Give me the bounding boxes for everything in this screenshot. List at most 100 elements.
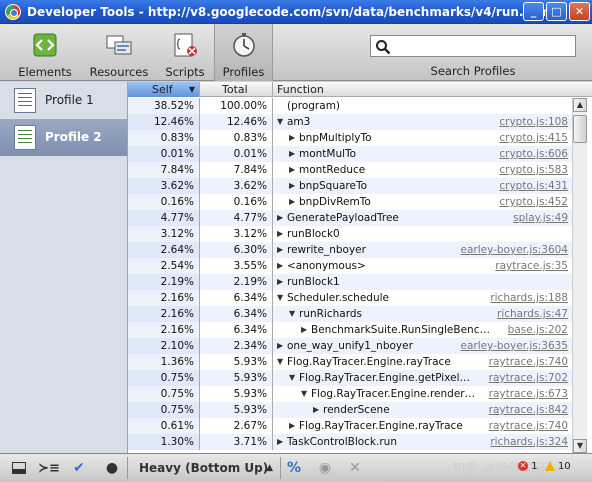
console-toggle-button[interactable]: ≻≡ bbox=[38, 457, 60, 479]
source-link[interactable]: crypto.js:583 bbox=[495, 162, 568, 178]
table-row[interactable]: 3.12% 3.12% ▶ runBlock0 bbox=[128, 226, 572, 242]
function-cell: ▶ TaskControlBlock.run richards.js:324 bbox=[273, 434, 572, 450]
error-warning-counts[interactable]: ✕ 1 10 bbox=[518, 461, 571, 472]
source-link[interactable]: raytrace.js:35 bbox=[491, 258, 568, 274]
scrollbar-thumb[interactable] bbox=[573, 115, 587, 143]
collapsed-disclosure-icon[interactable]: ▶ bbox=[277, 226, 283, 242]
exclude-function-icon[interactable]: ✕ bbox=[344, 457, 366, 479]
source-link[interactable]: crypto.js:431 bbox=[495, 178, 568, 194]
source-link[interactable]: raytrace.js:702 bbox=[485, 370, 568, 386]
source-link[interactable]: raytrace.js:740 bbox=[485, 354, 568, 370]
collapsed-disclosure-icon[interactable]: ▶ bbox=[277, 210, 283, 226]
table-row[interactable]: 0.61% 2.67% ▶ Flog.RayTracer.Engine.rayTrac… bbox=[128, 418, 572, 434]
column-header-total[interactable]: Total bbox=[200, 82, 273, 97]
profiles-sidebar: Profile 1 Profile 2 bbox=[0, 82, 128, 453]
collapsed-disclosure-icon[interactable]: ▶ bbox=[277, 434, 283, 450]
view-mode-value: Heavy (Bottom Up) bbox=[139, 461, 269, 475]
table-row[interactable]: 0.75% 5.93% ▼ Flog.RayTracer.Engine.getPixe… bbox=[128, 370, 572, 386]
table-row[interactable]: 3.62% 3.62% ▶ bnpSquareTo crypto.js:431 bbox=[128, 178, 572, 194]
minimize-button[interactable]: _ bbox=[523, 2, 544, 21]
total-cell: 0.83% bbox=[200, 130, 273, 146]
source-link[interactable]: crypto.js:415 bbox=[495, 130, 568, 146]
table-row[interactable]: 0.83% 0.83% ▶ bnpMultiplyTo crypto.js:415 bbox=[128, 130, 572, 146]
scroll-down-arrow-icon[interactable]: ▼ bbox=[573, 439, 587, 453]
function-cell: ▼ am3 crypto.js:108 bbox=[273, 114, 572, 130]
table-row[interactable]: 2.19% 2.19% ▶ runBlock1 bbox=[128, 274, 572, 290]
collapsed-disclosure-icon[interactable]: ▶ bbox=[301, 322, 307, 338]
table-row[interactable]: 2.10% 2.34% ▶ one_way_unify1_nboyer earley-b… bbox=[128, 338, 572, 354]
table-row[interactable]: 1.30% 3.71% ▶ TaskControlBlock.run richards.… bbox=[128, 434, 572, 450]
tab-elements[interactable]: Elements bbox=[10, 24, 80, 81]
record-icon: ● bbox=[105, 460, 119, 476]
collapsed-disclosure-icon[interactable]: ▶ bbox=[277, 258, 283, 274]
function-name: am3 bbox=[287, 116, 311, 128]
expanded-disclosure-icon[interactable]: ▼ bbox=[277, 290, 283, 306]
source-link[interactable]: raytrace.js:740 bbox=[485, 418, 568, 434]
expanded-disclosure-icon[interactable]: ▼ bbox=[277, 114, 283, 130]
sidebar-item-profile-2[interactable]: Profile 2 bbox=[0, 119, 127, 156]
source-link[interactable]: richards.js:188 bbox=[486, 290, 568, 306]
table-row[interactable]: 0.75% 5.93% ▼ Flog.RayTracer.Engine.render…… bbox=[128, 386, 572, 402]
total-cell: 7.84% bbox=[200, 162, 273, 178]
record-button[interactable]: ● bbox=[101, 457, 123, 479]
expanded-disclosure-icon[interactable]: ▼ bbox=[289, 370, 295, 386]
table-row[interactable]: 2.54% 3.55% ▶ <anonymous> raytrace.js:35 bbox=[128, 258, 572, 274]
search-input[interactable] bbox=[370, 35, 576, 57]
collapsed-disclosure-icon[interactable]: ▶ bbox=[289, 418, 295, 434]
expanded-disclosure-icon[interactable]: ▼ bbox=[277, 354, 283, 370]
percent-toggle-button[interactable]: % bbox=[283, 457, 305, 479]
source-link[interactable]: base.js:202 bbox=[504, 322, 568, 338]
column-header-function[interactable]: Function bbox=[273, 82, 592, 97]
table-row[interactable]: 1.36% 5.93% ▼ Flog.RayTracer.Engine.rayTrac… bbox=[128, 354, 572, 370]
sidebar-item-profile-1[interactable]: Profile 1 bbox=[0, 82, 127, 119]
table-row[interactable]: 2.64% 6.30% ▶ rewrite_nboyer earley-boyer.js… bbox=[128, 242, 572, 258]
table-row[interactable]: 7.84% 7.84% ▶ montReduce crypto.js:583 bbox=[128, 162, 572, 178]
focus-selected-button[interactable]: ✔ bbox=[68, 457, 90, 479]
table-row[interactable]: 0.01% 0.01% ▶ montMulTo crypto.js:606 bbox=[128, 146, 572, 162]
table-row[interactable]: 2.16% 6.34% ▼ Scheduler.schedule richards.js… bbox=[128, 290, 572, 306]
eye-icon[interactable]: ◉ bbox=[314, 457, 336, 479]
table-row[interactable]: 12.46% 12.46% ▼ am3 crypto.js:108 bbox=[128, 114, 572, 130]
maximize-button[interactable]: □ bbox=[546, 2, 567, 21]
source-link[interactable]: crypto.js:452 bbox=[495, 194, 568, 210]
total-cell: 6.34% bbox=[200, 322, 273, 338]
table-row[interactable]: 2.16% 6.34% ▼ runRichards richards.js:47 bbox=[128, 306, 572, 322]
tab-scripts[interactable]: Scripts bbox=[158, 24, 212, 81]
table-row[interactable]: 0.16% 0.16% ▶ bnpDivRemTo crypto.js:452 bbox=[128, 194, 572, 210]
tab-resources[interactable]: Resources bbox=[85, 24, 153, 81]
collapsed-disclosure-icon[interactable]: ▶ bbox=[289, 130, 295, 146]
collapsed-disclosure-icon[interactable]: ▶ bbox=[289, 194, 295, 210]
source-link[interactable]: splay.js:49 bbox=[509, 210, 568, 226]
source-link[interactable]: crypto.js:108 bbox=[495, 114, 568, 130]
column-header-self[interactable]: Self ▼ bbox=[128, 82, 200, 97]
vertical-scrollbar[interactable]: ▲ ▼ bbox=[572, 98, 587, 453]
dock-toggle-button[interactable] bbox=[8, 457, 30, 479]
collapsed-disclosure-icon[interactable]: ▶ bbox=[277, 242, 283, 258]
table-row[interactable]: 0.75% 5.93% ▶ renderScene raytrace.js:842 bbox=[128, 402, 572, 418]
collapsed-disclosure-icon[interactable]: ▶ bbox=[313, 402, 319, 418]
scroll-up-arrow-icon[interactable]: ▲ bbox=[573, 98, 587, 112]
expanded-disclosure-icon[interactable]: ▼ bbox=[289, 306, 295, 322]
function-cell: ▼ Flog.RayTracer.Engine.getPixel… raytrace… bbox=[273, 370, 572, 386]
source-link[interactable]: crypto.js:606 bbox=[495, 146, 568, 162]
collapsed-disclosure-icon[interactable]: ▶ bbox=[289, 178, 295, 194]
function-cell: ▶ bnpSquareTo crypto.js:431 bbox=[273, 178, 572, 194]
collapsed-disclosure-icon[interactable]: ▶ bbox=[289, 146, 295, 162]
source-link[interactable]: richards.js:47 bbox=[493, 306, 568, 322]
table-row[interactable]: 4.77% 4.77% ▶ GeneratePayloadTree splay.js:4… bbox=[128, 210, 572, 226]
source-link[interactable]: richards.js:324 bbox=[486, 434, 568, 450]
close-button[interactable]: ✕ bbox=[569, 2, 590, 21]
collapsed-disclosure-icon[interactable]: ▶ bbox=[277, 274, 283, 290]
collapsed-disclosure-icon[interactable]: ▶ bbox=[277, 338, 283, 354]
function-name: bnpMultiplyTo bbox=[299, 132, 372, 144]
source-link[interactable]: earley-boyer.js:3635 bbox=[456, 338, 568, 354]
table-row[interactable]: 38.52% 100.00% (program) bbox=[128, 98, 572, 114]
source-link[interactable]: earley-boyer.js:3604 bbox=[456, 242, 568, 258]
source-link[interactable]: raytrace.js:673 bbox=[485, 386, 568, 402]
collapsed-disclosure-icon[interactable]: ▶ bbox=[289, 162, 295, 178]
view-mode-select[interactable]: Heavy (Bottom Up) ▲ bbox=[131, 458, 277, 479]
expanded-disclosure-icon[interactable]: ▼ bbox=[301, 386, 307, 402]
source-link[interactable]: raytrace.js:842 bbox=[485, 402, 568, 418]
table-row[interactable]: 2.16% 6.34% ▶ BenchmarkSuite.RunSingleBenc…… bbox=[128, 322, 572, 338]
tab-profiles[interactable]: Profiles bbox=[214, 24, 273, 81]
